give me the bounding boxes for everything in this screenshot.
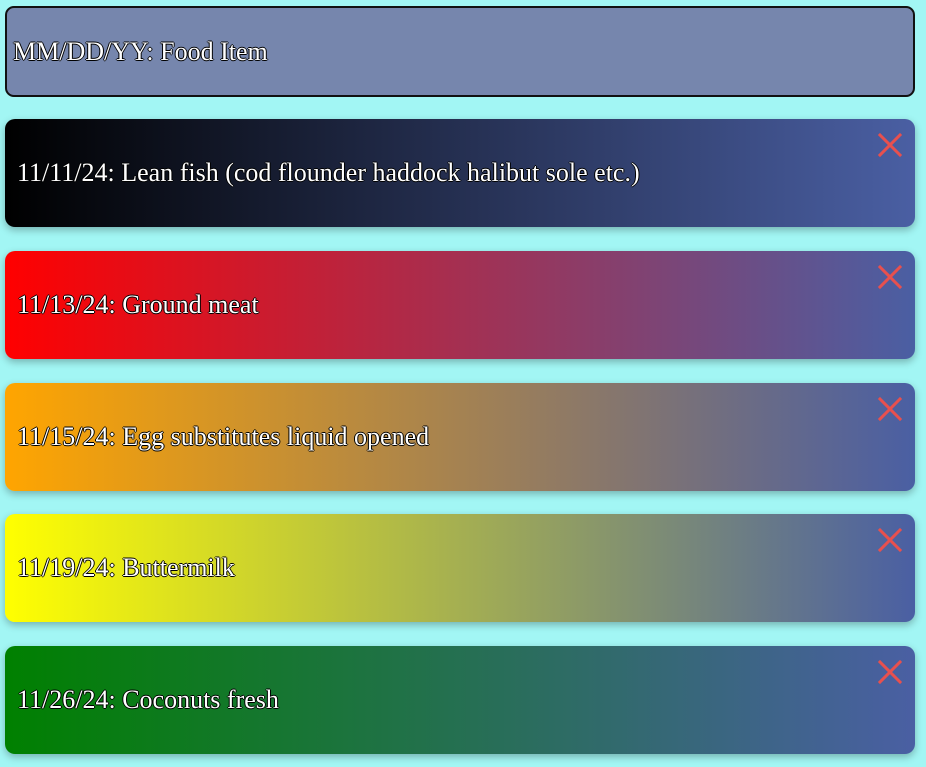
list-item-label: 11/11/24: Lean fish (cod flounder haddoc… bbox=[17, 158, 640, 187]
entry-input-placeholder: MM/DD/YY: Food Item bbox=[13, 37, 268, 66]
list-item-label: 11/26/24: Coconuts fresh bbox=[17, 685, 279, 714]
list-item: 11/15/24: Egg substitutes liquid opened bbox=[5, 383, 915, 491]
food-expiry-list-page: MM/DD/YY: Food Item 11/11/24: Lean fish … bbox=[0, 0, 926, 767]
list-item: 11/26/24: Coconuts fresh bbox=[5, 646, 915, 754]
close-icon[interactable] bbox=[877, 132, 903, 158]
close-icon[interactable] bbox=[877, 659, 903, 685]
list-item: 11/19/24: Buttermilk bbox=[5, 514, 915, 622]
list-item-label: 11/19/24: Buttermilk bbox=[17, 553, 235, 582]
list-item: 11/13/24: Ground meat bbox=[5, 251, 915, 359]
close-icon[interactable] bbox=[877, 264, 903, 290]
entry-input[interactable]: MM/DD/YY: Food Item bbox=[5, 6, 915, 97]
list-item-label: 11/15/24: Egg substitutes liquid opened bbox=[17, 422, 430, 451]
close-icon[interactable] bbox=[877, 396, 903, 422]
list-item: 11/11/24: Lean fish (cod flounder haddoc… bbox=[5, 119, 915, 227]
close-icon[interactable] bbox=[877, 527, 903, 553]
list-item-label: 11/13/24: Ground meat bbox=[17, 290, 259, 319]
